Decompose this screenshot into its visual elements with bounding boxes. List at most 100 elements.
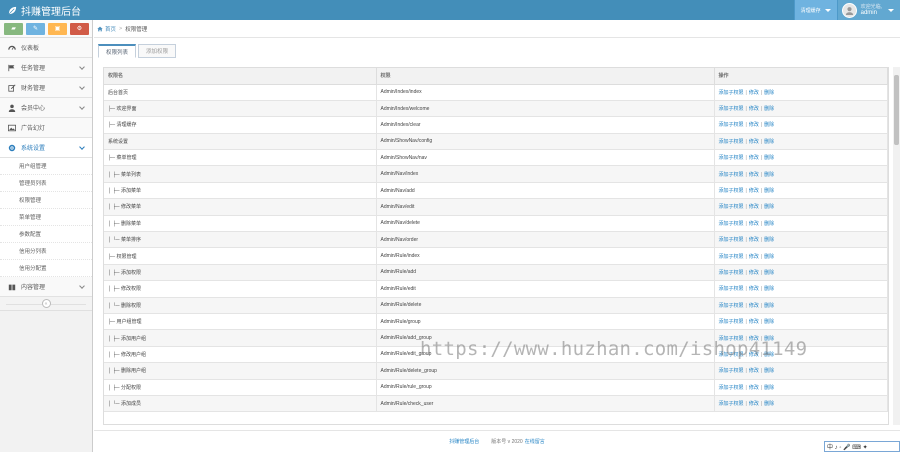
add-child-permission-link[interactable]: 添加子权限 xyxy=(719,286,744,292)
add-child-permission-link[interactable]: 添加子权限 xyxy=(719,385,744,391)
table-row: │ ├─ 修改菜单 Admin/Nav/edit 添加子权限 | 修改 | 删除 xyxy=(104,198,888,216)
add-child-permission-link[interactable]: 添加子权限 xyxy=(719,90,744,96)
sidebar-subitem-menus[interactable]: 菜单管理 xyxy=(0,209,92,226)
delete-link[interactable]: 删除 xyxy=(764,204,774,210)
edit-link[interactable]: 修改 xyxy=(749,385,759,391)
permission-table: 权限名 权限 操作 后台首页 Admin/Index/index 添加子权限 | 修改 |… xyxy=(104,68,888,413)
edit-link[interactable]: 修改 xyxy=(749,155,759,161)
add-child-permission-link[interactable]: 添加子权限 xyxy=(719,368,744,374)
delete-link[interactable]: 删除 xyxy=(764,385,774,391)
add-child-permission-link[interactable]: 添加子权限 xyxy=(719,106,744,112)
edit-link[interactable]: 修改 xyxy=(749,368,759,374)
add-child-permission-link[interactable]: 添加子权限 xyxy=(719,204,744,210)
sidebar-item-member[interactable]: 会员中心 xyxy=(0,98,92,118)
sidebar-subitem-params[interactable]: 参数配置 xyxy=(0,226,92,243)
clear-cache-menu[interactable]: 清理缓存 xyxy=(793,0,837,20)
delete-link[interactable]: 删除 xyxy=(764,155,774,161)
edit-link[interactable]: 修改 xyxy=(749,254,759,260)
delete-link[interactable]: 删除 xyxy=(764,106,774,112)
edit-link[interactable]: 修改 xyxy=(749,172,759,178)
add-child-permission-link[interactable]: 添加子权限 xyxy=(719,303,744,309)
sidebar-subitem-credit-list[interactable]: 信用分列表 xyxy=(0,243,92,260)
edit-link[interactable]: 修改 xyxy=(749,204,759,210)
delete-link[interactable]: 删除 xyxy=(764,401,774,407)
sidebar-item-finance[interactable]: 财务管理 xyxy=(0,78,92,98)
delete-link[interactable]: 删除 xyxy=(764,122,774,128)
header-permission: 权限 xyxy=(376,68,715,85)
sidebar-subitem-credit-config[interactable]: 信用分配置 xyxy=(0,260,92,277)
delete-link[interactable]: 删除 xyxy=(764,172,774,178)
edit-link[interactable]: 修改 xyxy=(749,122,759,128)
add-child-permission-link[interactable]: 添加子权限 xyxy=(719,270,744,276)
sidebar-item-content[interactable]: 内容管理 xyxy=(0,277,92,297)
tab-add-permission[interactable]: 添加权限 xyxy=(138,44,177,58)
scroll-thumb[interactable] xyxy=(894,75,899,145)
delete-link[interactable]: 删除 xyxy=(764,254,774,260)
sidebar-subitem-admin-list[interactable]: 管理员列表 xyxy=(0,175,92,192)
sidebar-item-ads[interactable]: 广告幻灯 xyxy=(0,118,92,138)
user-menu[interactable]: 欢迎光临, admin xyxy=(836,0,900,20)
edit-link[interactable]: 修改 xyxy=(749,270,759,276)
scrollbar[interactable] xyxy=(893,67,900,425)
group-icon[interactable]: ▣ xyxy=(48,22,67,35)
delete-link[interactable]: 删除 xyxy=(764,270,774,276)
edit-link[interactable]: 修改 xyxy=(749,139,759,145)
edit-link[interactable]: 修改 xyxy=(749,221,759,227)
sidebar-item-dashboard[interactable]: 仪表板 xyxy=(0,38,92,58)
pencil-icon[interactable]: ✎ xyxy=(26,22,45,35)
delete-link[interactable]: 删除 xyxy=(764,139,774,145)
breadcrumb-home[interactable]: 首页 xyxy=(97,25,116,33)
add-child-permission-link[interactable]: 添加子权限 xyxy=(719,319,744,325)
footer-brand[interactable]: 抖赚管理后台 xyxy=(449,438,479,445)
delete-link[interactable]: 删除 xyxy=(764,319,774,325)
brand[interactable]: 抖赚管理后台 xyxy=(8,0,81,20)
separator: | xyxy=(760,401,763,408)
sidebar-subitem-permissions[interactable]: 权限管理 xyxy=(0,192,92,209)
delete-link[interactable]: 删除 xyxy=(764,368,774,374)
permission-path: Admin/Nav/delete xyxy=(376,215,715,233)
sidebar-item-system[interactable]: 系统设置 xyxy=(0,138,92,158)
add-child-permission-link[interactable]: 添加子权限 xyxy=(719,172,744,178)
breadcrumb-home-label: 首页 xyxy=(105,26,117,33)
sidebar-item-task[interactable]: 任务管理 xyxy=(0,58,92,78)
tab-permission-list[interactable]: 权限列表 xyxy=(98,44,137,58)
edit-link[interactable]: 修改 xyxy=(749,319,759,325)
permission-name: │ ├─ 添加权限 xyxy=(104,264,377,282)
add-child-permission-link[interactable]: 添加子权限 xyxy=(719,401,744,407)
delete-link[interactable]: 删除 xyxy=(764,90,774,96)
edit-link[interactable]: 修改 xyxy=(749,401,759,407)
signal-icon[interactable]: ▰ xyxy=(4,22,23,35)
delete-link[interactable]: 删除 xyxy=(764,221,774,227)
add-child-permission-link[interactable]: 添加子权限 xyxy=(719,155,744,161)
add-child-permission-link[interactable]: 添加子权限 xyxy=(719,254,744,260)
table-row: │ └─ 菜单排序 Admin/Nav/order 添加子权限 | 修改 | 删除 xyxy=(104,231,888,249)
delete-link[interactable]: 删除 xyxy=(764,188,774,194)
permission-path: Admin/Rule/check_user xyxy=(376,395,715,413)
table-row: ├─ 菜单管理 Admin/ShowNav/nav 添加子权限 | 修改 | 删除 xyxy=(104,149,888,167)
add-child-permission-link[interactable]: 添加子权限 xyxy=(719,188,744,194)
footer-link[interactable]: 在线留言 xyxy=(525,438,545,445)
caret-down-icon xyxy=(888,8,894,12)
cog-icon[interactable]: ⚙ xyxy=(70,22,89,35)
separator: | xyxy=(745,319,747,326)
delete-link[interactable]: 删除 xyxy=(764,303,774,309)
edit-link[interactable]: 修改 xyxy=(749,303,759,309)
edit-link[interactable]: 修改 xyxy=(749,90,759,96)
separator: | xyxy=(745,384,747,391)
delete-link[interactable]: 删除 xyxy=(764,286,774,292)
ime-toolbar[interactable]: 中 ♪ ◦ 🎤 ⌨ ✦ xyxy=(824,441,900,452)
add-child-permission-link[interactable]: 添加子权限 xyxy=(719,122,744,128)
separator: | xyxy=(745,204,747,211)
edit-link[interactable]: 修改 xyxy=(749,106,759,112)
collapse-icon[interactable]: « xyxy=(41,299,51,308)
edit-link[interactable]: 修改 xyxy=(749,237,759,243)
permission-name: │ └─ 菜单排序 xyxy=(104,231,377,249)
delete-link[interactable]: 删除 xyxy=(764,237,774,243)
edit-link[interactable]: 修改 xyxy=(749,286,759,292)
sidebar-subitem-user-group[interactable]: 用户组管理 xyxy=(0,158,92,175)
add-child-permission-link[interactable]: 添加子权限 xyxy=(719,139,744,145)
add-child-permission-link[interactable]: 添加子权限 xyxy=(719,221,744,227)
add-child-permission-link[interactable]: 添加子权限 xyxy=(719,237,744,243)
permission-path: Admin/Index/clear xyxy=(376,116,715,134)
edit-link[interactable]: 修改 xyxy=(749,188,759,194)
